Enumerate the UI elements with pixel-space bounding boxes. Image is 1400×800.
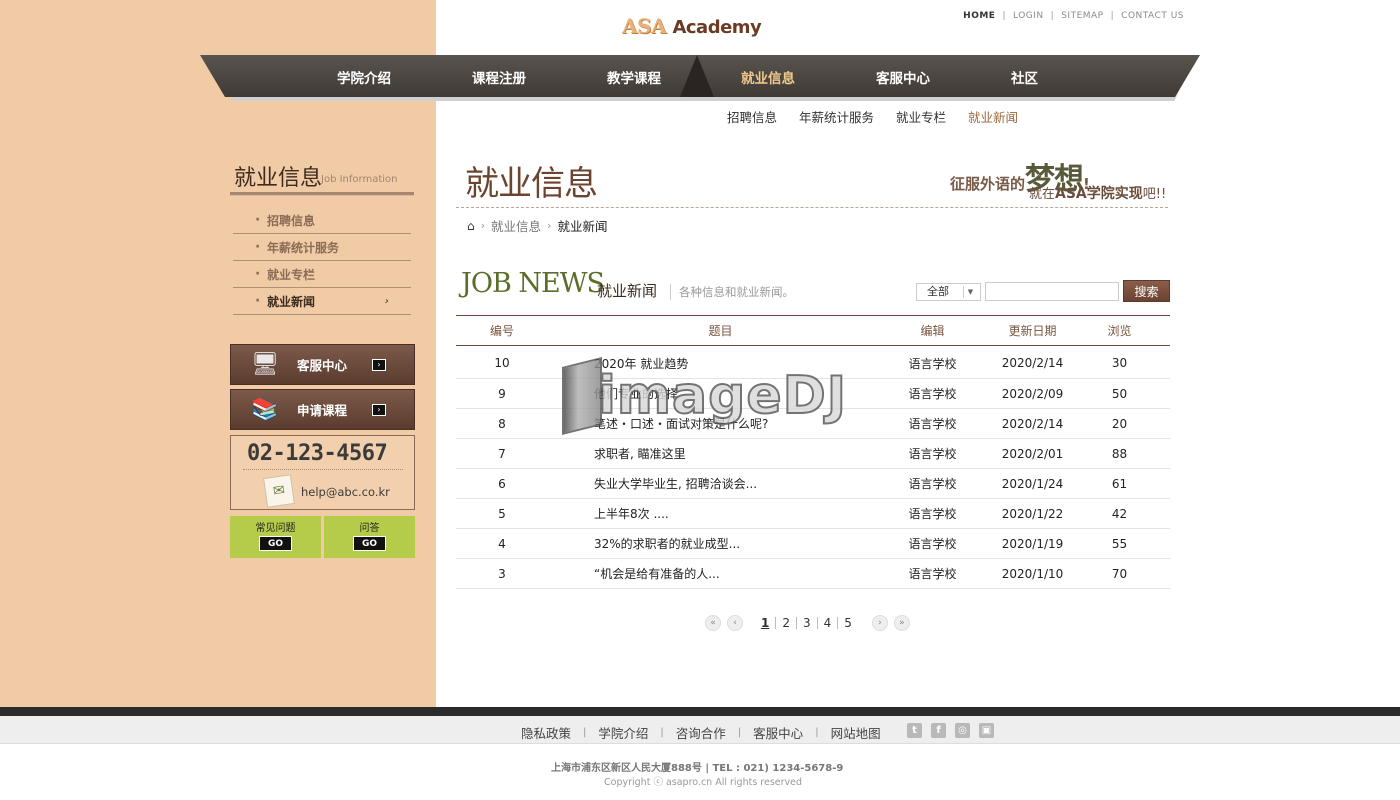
footer-link-sitemap[interactable]: 网站地图 <box>819 723 893 742</box>
first-page-icon[interactable]: « <box>705 615 721 631</box>
sidebar-title-en: Job Information <box>321 174 398 185</box>
footer-copyright: Copyright ⓒ asapro.cn All rights reserve… <box>604 777 803 788</box>
table-row[interactable]: 4 32%的求职者的就业成型... 语言学校 2020/1/19 55 <box>456 528 1170 559</box>
nav-item-community[interactable]: 社区 <box>1011 67 1038 87</box>
row-title-link[interactable]: 失业大学毕业生, 招聘洽谈会... <box>548 468 893 499</box>
faq-box[interactable]: 常见问题 GO <box>230 516 321 558</box>
footer-link-about[interactable]: 学院介绍 <box>586 723 660 742</box>
breadcrumb: ⌂ › 就业信息 › 就业新闻 <box>467 216 607 235</box>
breadcrumb-news: 就业新闻 <box>557 219 608 234</box>
table-row[interactable]: 6 失业大学毕业生, 招聘洽谈会... 语言学校 2020/1/24 61 <box>456 468 1170 499</box>
top-link-login[interactable]: LOGIN <box>1013 11 1044 21</box>
pagination: « ‹ 1 2 3 4 5 › » <box>705 615 910 631</box>
instagram-icon[interactable]: ◎ <box>955 723 970 738</box>
sidebar-item-salary[interactable]: 年薪统计服务 <box>233 234 411 261</box>
nav-item-courses[interactable]: 教学课程 <box>607 67 661 87</box>
subnav-news[interactable]: 就业新闻 <box>968 107 1018 126</box>
table-row[interactable]: 7 求职者, 瞄准这里 语言学校 2020/2/01 88 <box>456 438 1170 469</box>
breadcrumb-jobs[interactable]: 就业信息 <box>491 216 541 235</box>
section-title-en: JOB NEWS <box>461 268 605 299</box>
row-title-link[interactable]: 32%的求职者的就业成型... <box>548 528 893 559</box>
site-logo[interactable]: ASA Academy <box>622 14 762 38</box>
chevron-right-icon: › <box>480 219 486 232</box>
table-row[interactable]: 3 “机会是给有准备的人... 语言学校 2020/1/10 70 <box>456 558 1170 589</box>
footer-bar <box>0 707 1400 716</box>
books-icon: 📚 <box>251 397 279 422</box>
category-select[interactable]: 全部 ▼ <box>916 283 981 301</box>
page-title: 就业信息 <box>465 164 598 204</box>
footer-link-service[interactable]: 客服中心 <box>741 723 815 742</box>
arrow-right-icon: › <box>372 358 386 371</box>
watermark-logo: imageDJ <box>562 357 847 435</box>
top-link-sitemap[interactable]: SITEMAP <box>1061 11 1103 21</box>
footer-nav: 隐私政策 | 学院介绍 | 咨询合作 | 客服中心 | 网站地图 t f ◎ ▣ <box>0 716 1400 744</box>
col-header-title: 题目 <box>548 315 893 346</box>
blog-icon[interactable]: ▣ <box>979 723 994 738</box>
chevron-right-icon: › <box>384 296 389 307</box>
chevron-down-icon: ▼ <box>963 286 977 298</box>
col-header-date: 更新日期 <box>972 315 1093 346</box>
next-page-icon[interactable]: › <box>871 615 888 631</box>
page-link[interactable]: 4 <box>818 617 839 629</box>
search-button[interactable]: 搜索 <box>1123 280 1170 302</box>
contact-box: 02-123-4567 ✉ help@abc.co.kr <box>230 435 415 510</box>
page-link[interactable]: 2 <box>776 617 797 629</box>
qa-go-button[interactable]: GO <box>353 536 386 551</box>
sidebar-item-recruit[interactable]: 招聘信息 <box>233 207 411 234</box>
slogan-line-2: 就在ASA学院实现吧!! <box>1029 186 1167 202</box>
sidebar-menu: 招聘信息 年薪统计服务 就业专栏 就业新闻› <box>233 207 411 315</box>
nav-item-jobs[interactable]: 就业信息 <box>741 67 795 87</box>
qa-box[interactable]: 问答 GO <box>324 516 415 558</box>
top-link-contact[interactable]: CONTACT US <box>1121 11 1184 21</box>
sidebar-rule <box>230 192 414 196</box>
subnav-recruit[interactable]: 招聘信息 <box>727 107 777 126</box>
table-row[interactable]: 5 上半年8次 .... 语言学校 2020/1/22 42 <box>456 498 1170 529</box>
top-link-home[interactable]: HOME <box>963 11 995 21</box>
sidebar-item-news[interactable]: 就业新闻› <box>233 288 411 315</box>
subnav-salary[interactable]: 年薪统计服务 <box>799 107 874 126</box>
watermark-cube-icon <box>562 357 602 435</box>
sub-nav: 招聘信息 年薪统计服务 就业专栏 就业新闻 <box>727 107 1018 126</box>
arrow-right-icon: › <box>372 403 386 416</box>
page-link[interactable]: 1 <box>755 617 777 629</box>
sidebar-item-column[interactable]: 就业专栏 <box>233 261 411 288</box>
top-links: HOME | LOGIN | SITEMAP | CONTACT US <box>963 11 1184 21</box>
chevron-right-icon: › <box>547 219 552 232</box>
section-description: 各种信息和就业新闻。 <box>670 284 794 300</box>
contact-email[interactable]: help@abc.co.kr <box>301 485 390 499</box>
envelope-icon: ✉ <box>263 474 295 508</box>
contact-phone: 02-123-4567 <box>247 441 388 466</box>
news-table: 编号 题目 编辑 更新日期 浏览 10 2020年 就业趋势 语言学校 2020… <box>456 315 1170 589</box>
row-title-link[interactable]: 求职者, 瞄准这里 <box>548 438 893 469</box>
page-link[interactable]: 5 <box>838 617 858 629</box>
nav-item-about[interactable]: 学院介绍 <box>337 67 391 87</box>
nav-item-service[interactable]: 客服中心 <box>876 67 930 87</box>
sidebar-title: 就业信息 <box>234 166 323 191</box>
prev-page-icon[interactable]: ‹ <box>727 615 743 631</box>
col-header-editor: 编辑 <box>893 315 972 346</box>
faq-go-button[interactable]: GO <box>259 536 292 551</box>
footer-link-consult[interactable]: 咨询合作 <box>664 723 738 742</box>
computer-icon: 🖥 <box>251 352 279 377</box>
twitter-icon[interactable]: t <box>907 723 922 738</box>
facebook-icon[interactable]: f <box>931 723 946 738</box>
last-page-icon[interactable]: » <box>893 615 910 631</box>
subnav-column[interactable]: 就业专栏 <box>896 107 946 126</box>
search-input[interactable] <box>985 282 1119 301</box>
row-title-link[interactable]: 上半年8次 .... <box>548 498 893 529</box>
main-nav: 学院介绍 课程注册 教学课程 就业信息 客服中心 社区 <box>200 55 1200 101</box>
section-title-cn: 就业新闻 <box>597 282 658 300</box>
footer-link-privacy[interactable]: 隐私政策 <box>521 723 583 742</box>
page-link[interactable]: 3 <box>797 617 818 629</box>
apply-course-button[interactable]: 📚 申请课程 › <box>230 389 415 430</box>
col-header-views: 浏览 <box>1093 315 1170 346</box>
home-icon[interactable]: ⌂ <box>467 219 475 233</box>
nav-item-register[interactable]: 课程注册 <box>472 67 526 87</box>
customer-service-button[interactable]: 🖥 客服中心 › <box>230 344 415 385</box>
row-title-link[interactable]: “机会是给有准备的人... <box>548 558 893 589</box>
footer-address: 上海市浦东区新区人民大厦888号 | TEL : 021) 1234-5678-… <box>551 763 844 774</box>
col-header-no: 编号 <box>456 315 548 346</box>
